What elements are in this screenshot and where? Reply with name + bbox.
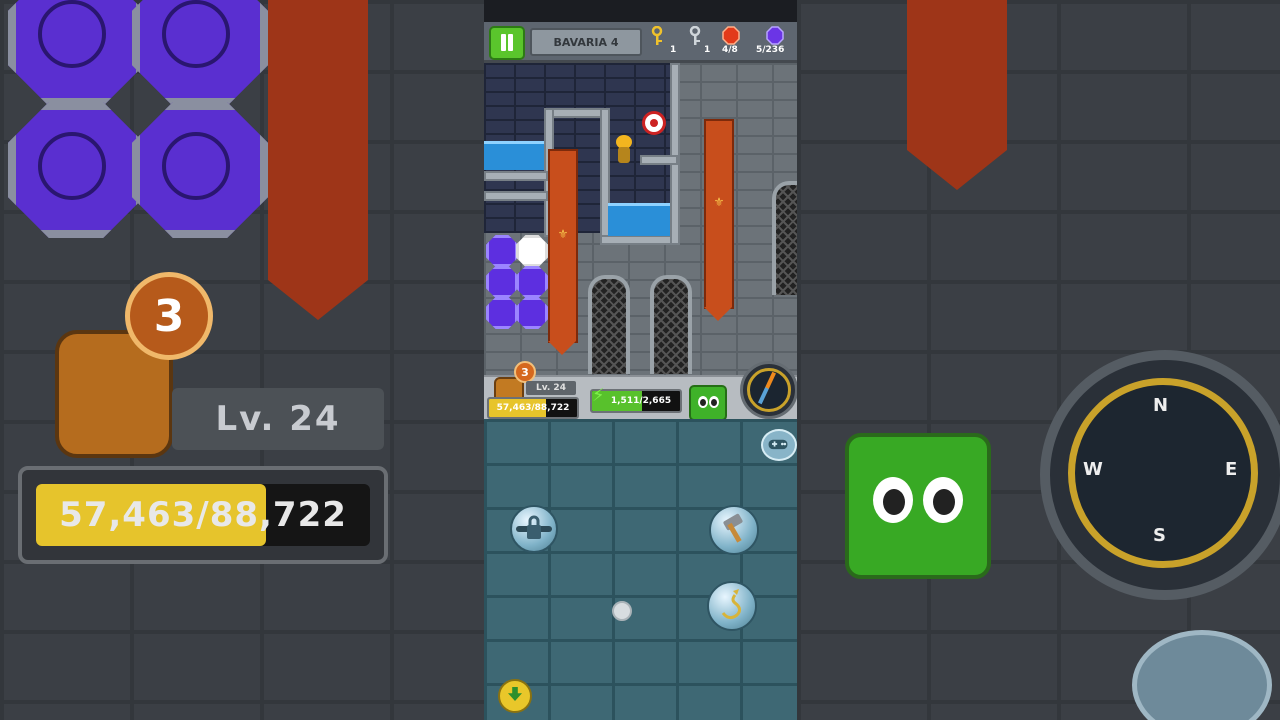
background-left: 3 Lv. 24 57,463/88,722 — [0, 0, 484, 720]
xp-text: 57,463/88,722 — [59, 495, 347, 535]
silver-key-counter: 1 — [682, 24, 718, 58]
xp-bar: 57,463/88,722 — [487, 397, 579, 419]
red-gem-counter: 4/8 — [718, 24, 754, 58]
banner-left: ⚜ — [548, 149, 578, 355]
purple-gem-counter: 5/236 — [756, 24, 796, 58]
gamepad-icon — [768, 439, 788, 450]
gamepad-button[interactable] — [761, 429, 797, 461]
compass-icon — [747, 368, 791, 412]
top-bar: BAVARIA 4 1 1 4/8 5/236 — [484, 22, 797, 63]
silver-key-icon — [689, 26, 701, 45]
pause-button[interactable] — [489, 26, 525, 60]
eyes-icon — [698, 396, 708, 408]
banner — [268, 0, 368, 320]
hammer-button[interactable] — [709, 505, 759, 555]
background-right: N S E W — [797, 0, 1280, 720]
castle-window — [650, 275, 692, 374]
hook-icon — [721, 589, 742, 620]
eyes-button — [845, 433, 991, 579]
puzzle-field: ⚜ ⚜ — [484, 63, 797, 375]
download-button[interactable] — [498, 679, 532, 713]
pipe — [670, 63, 680, 245]
joystick-dot[interactable] — [612, 601, 632, 621]
player-hud: 3 Lv. 24 57,463/88,722 1,511/2,665 ⚡ — [484, 361, 797, 421]
compass-icon: N S E W — [1040, 350, 1280, 600]
xp-bar: 57,463/88,722 — [18, 466, 388, 564]
water — [484, 141, 544, 170]
compass-button[interactable] — [740, 361, 797, 419]
xp-text: 57,463/88,722 — [496, 403, 570, 413]
pipe — [640, 155, 678, 165]
level-label: Lv. 24 — [526, 381, 576, 395]
energy-text: 1,511/2,665 — [610, 396, 672, 406]
target-icon — [642, 111, 666, 135]
hero-character — [614, 135, 634, 165]
gold-key-icon — [651, 26, 663, 45]
banner — [907, 0, 1007, 190]
bag-count-badge: 3 — [514, 361, 536, 383]
control-area — [484, 419, 797, 720]
eyes-icon — [709, 396, 719, 408]
red-gem-icon — [722, 26, 740, 45]
hammer-icon — [723, 513, 743, 543]
gold-key-counter: 1 — [644, 24, 680, 58]
castle-window — [772, 181, 797, 295]
water — [608, 203, 670, 236]
eyes-button[interactable] — [689, 385, 727, 421]
purple-gem-icon — [766, 26, 784, 45]
bag-count-badge: 3 — [125, 272, 213, 360]
level-label: Lv. 24 — [172, 388, 384, 450]
banner-right: ⚜ — [704, 119, 734, 321]
pipe — [484, 191, 548, 201]
locked-chain-button[interactable] — [510, 505, 558, 553]
hook-button[interactable] — [707, 581, 757, 631]
level-name: BAVARIA 4 — [530, 28, 642, 56]
energy-bolt-icon: ⚡ — [592, 385, 605, 406]
game-screen: BAVARIA 4 1 1 4/8 5/236 ⚜ ⚜ 3 Lv. 24 57,… — [484, 22, 797, 720]
pipe — [600, 235, 680, 245]
pipe — [484, 171, 548, 181]
locked-chain-icon — [516, 515, 552, 539]
castle-window — [588, 275, 630, 374]
